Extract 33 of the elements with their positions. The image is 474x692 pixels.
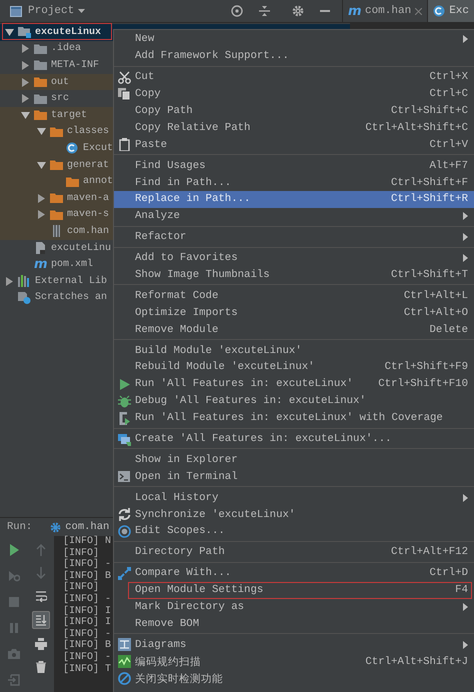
shortcut-label: Ctrl+X <box>430 71 468 84</box>
console-line: [INFO] - <box>63 652 112 664</box>
maven-icon: m <box>348 4 361 18</box>
shortcut-label: Ctrl+Shift+F10 <box>378 378 468 390</box>
shortcut-label: Ctrl+Shift+R <box>391 193 468 206</box>
shortcut-label: F4 <box>455 584 468 596</box>
console-line: [INFO] T <box>63 664 112 676</box>
shortcut-label: Ctrl+Shift+C <box>391 105 468 117</box>
shortcut-label: Ctrl+Alt+F12 <box>391 546 468 558</box>
console-line: [INFO] <box>63 548 100 559</box>
shortcut-label: Ctrl+Alt+L <box>404 290 468 302</box>
shortcut-label: Delete <box>430 324 468 336</box>
console-line: [INFO] - <box>63 559 112 570</box>
console-line: [INFO] B <box>63 640 112 652</box>
shortcut-label: Ctrl+Alt+Shift+J <box>365 656 468 668</box>
console-line: [INFO] N <box>63 536 112 548</box>
shortcut-label: Ctrl+V <box>430 138 468 151</box>
shortcut-label: Ctrl+Shift+T <box>391 269 468 282</box>
console-line: [INFO] <box>63 582 100 594</box>
shortcut-label: Ctrl+Alt+Shift+C <box>365 122 468 134</box>
console-line: [INFO] - <box>63 628 112 640</box>
shortcut-label: Ctrl+Alt+O <box>404 306 468 319</box>
run-label: Run: <box>7 521 32 533</box>
console-line: [INFO] B <box>63 570 112 582</box>
shortcut-label: Ctrl+D <box>430 567 468 580</box>
console-line: [INFO] I <box>63 617 112 628</box>
console-line: [INFO] - <box>63 594 112 606</box>
shortcut-label: Alt+F7 <box>430 160 468 172</box>
shortcut-label: Ctrl+Shift+F <box>391 176 468 189</box>
shortcut-label: Ctrl+C <box>430 88 468 100</box>
console-line: [INFO] I <box>63 606 112 617</box>
maven-icon: m <box>34 258 47 272</box>
shortcut-label: Ctrl+Shift+F9 <box>384 361 468 374</box>
